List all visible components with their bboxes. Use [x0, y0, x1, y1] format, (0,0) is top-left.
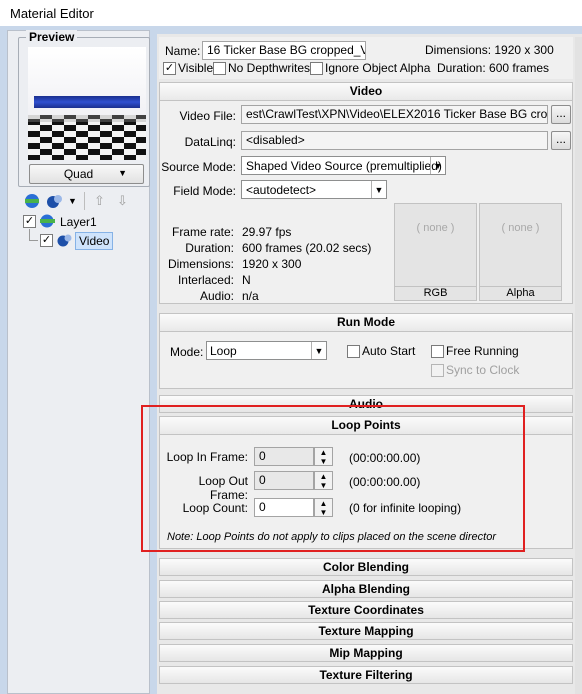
datalinq-input[interactable]: <disabled> [241, 131, 548, 150]
texture-mapping-header[interactable]: Texture Mapping [159, 622, 573, 640]
sync-to-clock-checkbox[interactable] [431, 364, 444, 377]
layer-icon[interactable] [24, 193, 40, 209]
tree-item-video[interactable]: Video [75, 232, 114, 250]
chevron-down-icon: ▼ [118, 168, 127, 178]
alpha-thumbnail: ( none ) Alpha [479, 203, 562, 301]
no-depthwrites-label: No Depthwrites [228, 61, 311, 75]
alpha-caption: Alpha [480, 286, 561, 300]
info-label: Frame rate: [171, 225, 234, 239]
preview-label: Preview [26, 30, 78, 44]
video-section-header[interactable]: Video [160, 83, 572, 101]
mip-mapping-header[interactable]: Mip Mapping [159, 644, 573, 662]
info-label: Duration: [185, 241, 234, 255]
name-input[interactable]: 16 Ticker Base BG cropped_Video [202, 41, 366, 60]
free-running-checkbox[interactable] [431, 345, 444, 358]
rgb-caption: RGB [395, 286, 476, 300]
auto-start-checkbox[interactable] [347, 345, 360, 358]
layer1-checkbox[interactable]: ✓ [23, 215, 36, 228]
auto-start-label: Auto Start [362, 344, 416, 358]
alpha-blending-header[interactable]: Alpha Blending [159, 580, 573, 598]
texture-filtering-header[interactable]: Texture Filtering [159, 666, 573, 684]
field-mode-label: Field Mode: [173, 184, 236, 198]
toolbar-divider [84, 192, 85, 210]
info-value: n/a [242, 289, 259, 303]
video-band [34, 96, 140, 108]
tree-item-layer1[interactable]: Layer1 [60, 215, 97, 229]
visible-checkbox[interactable]: ✓ [163, 62, 176, 75]
info-value: 600 frames (20.02 secs) [242, 241, 372, 255]
source-mode-label: Source Mode: [161, 160, 236, 174]
rgb-thumbnail: ( none ) RGB [394, 203, 477, 301]
info-label: Audio: [199, 289, 234, 303]
window-title: Material Editor [10, 6, 94, 21]
datalinq-browse-button[interactable]: ... [551, 131, 571, 150]
free-running-label: Free Running [446, 344, 519, 358]
chevron-down-icon: ▼ [311, 342, 326, 359]
color-blending-header[interactable]: Color Blending [159, 558, 573, 576]
chevron-down-icon: ▼ [371, 181, 386, 198]
move-down-icon[interactable]: ⇩ [117, 193, 128, 209]
scrollbar[interactable] [575, 37, 582, 694]
info-label: Interlaced: [177, 273, 234, 287]
material-ball-icon [57, 233, 73, 247]
layer-icon [40, 214, 55, 228]
video-file-label: Video File: [179, 109, 236, 123]
name-label: Name: [165, 44, 201, 58]
browse-file-button[interactable]: ... [551, 105, 571, 124]
info-value: N [242, 273, 251, 287]
move-up-icon[interactable]: ⇧ [94, 193, 105, 209]
highlight-annotation [141, 405, 525, 552]
duration-text: Duration: 600 frames [437, 61, 550, 75]
rgb-placeholder: ( none ) [416, 222, 455, 234]
field-mode-dropdown[interactable]: <autodetect> ▼ [241, 180, 387, 199]
run-mode-section-header[interactable]: Run Mode [160, 314, 572, 332]
chevron-down-icon: ▼ [430, 157, 445, 174]
render-mode-value: Quad [63, 167, 94, 181]
preview-viewport[interactable] [28, 47, 146, 160]
alpha-placeholder: ( none ) [501, 222, 540, 234]
info-label: Dimensions: [167, 257, 234, 271]
visible-label: Visible [178, 61, 214, 75]
preview-render [28, 47, 146, 160]
field-mode-value: <autodetect> [246, 183, 317, 197]
source-mode-dropdown[interactable]: Shaped Video Source (premultiplied) ▼ [241, 156, 446, 175]
tree-connector [29, 240, 38, 241]
no-depthwrites-checkbox[interactable] [213, 62, 226, 75]
info-value: 29.97 fps [242, 225, 292, 239]
video-checkbox[interactable]: ✓ [40, 234, 53, 247]
ignore-object-alpha-label: Ignore Object Alpha [325, 61, 431, 75]
dimensions-text: Dimensions: 1920 x 300 [425, 43, 554, 57]
title-bar: Material Editor [0, 0, 582, 26]
texture-coordinates-header[interactable]: Texture Coordinates [159, 601, 573, 619]
source-mode-value: Shaped Video Source (premultiplied) [246, 159, 442, 173]
sync-to-clock-label: Sync to Clock [446, 363, 520, 377]
material-ball-icon[interactable] [46, 193, 64, 209]
datalinq-label: DataLinq: [184, 135, 236, 149]
ignore-object-alpha-checkbox[interactable] [310, 62, 323, 75]
mode-label: Mode: [170, 345, 204, 359]
dropdown-arrow-icon[interactable]: ▼ [68, 196, 77, 206]
render-mode-dropdown[interactable]: Quad ▼ [29, 164, 144, 184]
video-file-input[interactable]: est\CrawlTest\XPN\Video\ELEX2016 Ticker … [241, 105, 548, 124]
run-mode-dropdown[interactable]: Loop ▼ [206, 341, 327, 360]
run-mode-value: Loop [210, 344, 237, 358]
info-value: 1920 x 300 [242, 257, 302, 271]
